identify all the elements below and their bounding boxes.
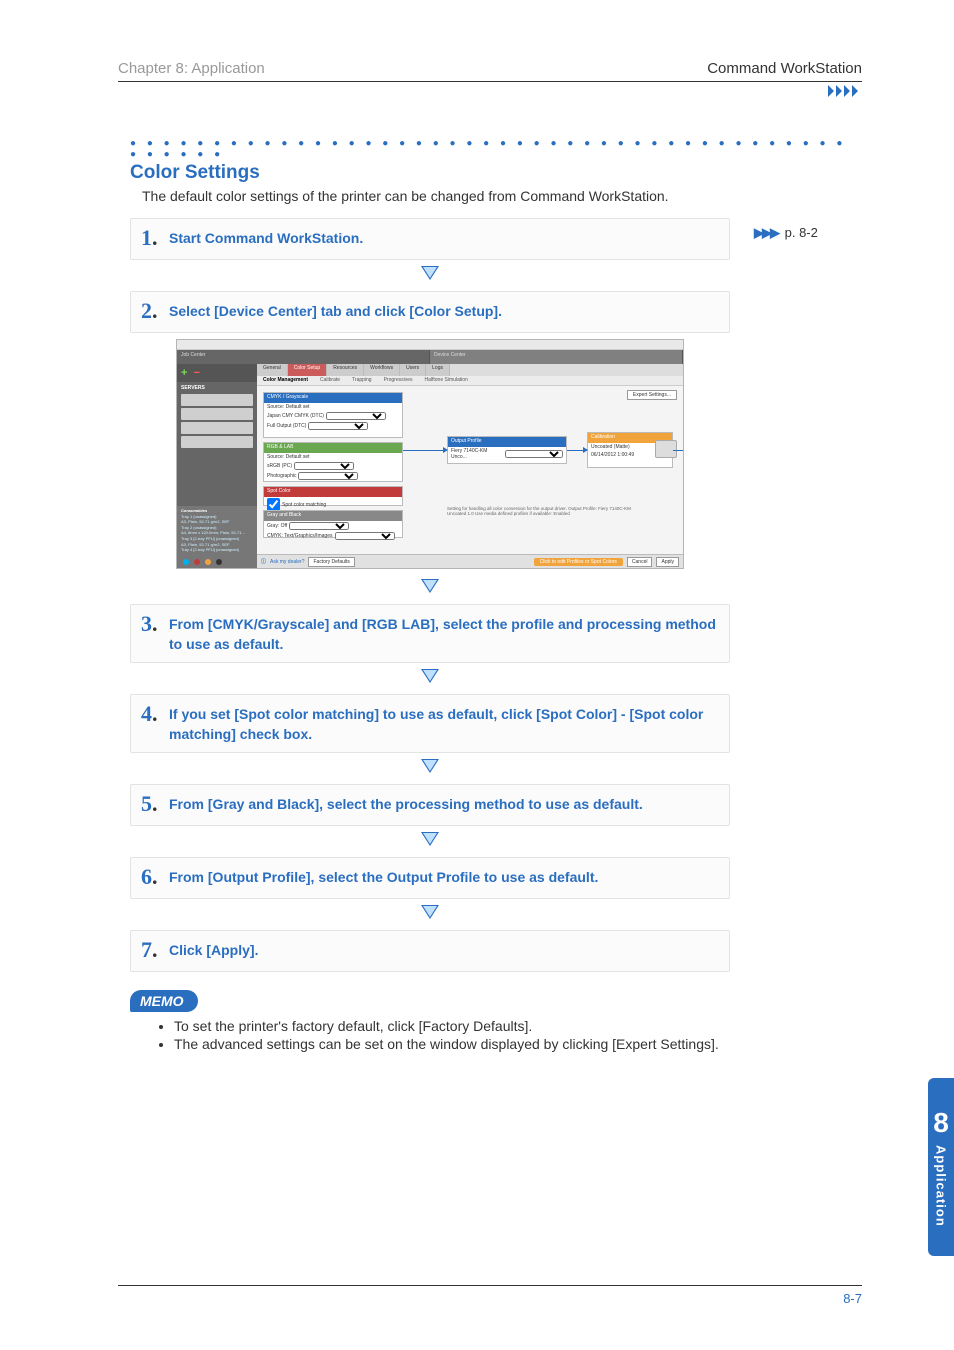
ss-subtab[interactable]: General <box>257 364 288 376</box>
ss-rowtab[interactable]: Color Management <box>257 376 314 385</box>
ss-ask-dealer-link[interactable]: Ask my dealer? <box>270 559 304 565</box>
header-rule <box>118 81 862 82</box>
step-number: 3. <box>141 611 169 637</box>
ss-panel-output-profile: Output Profile Fiery 7140C-KM Unco... <box>447 436 567 464</box>
memo-item: The advanced settings can be set on the … <box>174 1036 850 1052</box>
screenshot-wrap: Job Center Device Center +− SERVERS Cons… <box>130 339 730 569</box>
page-number: 8-7 <box>843 1291 862 1306</box>
step-5: 5. From [Gray and Black], select the pro… <box>130 784 730 826</box>
step-number: 1. <box>141 225 169 251</box>
flow-arrow-icon <box>130 832 730 851</box>
ss-select[interactable] <box>326 412 386 420</box>
command-workstation-screenshot: Job Center Device Center +− SERVERS Cons… <box>176 339 684 569</box>
ss-server-item[interactable] <box>181 408 253 420</box>
step-6: 6. From [Output Profile], select the Out… <box>130 857 730 899</box>
ss-remove-server-icon[interactable]: − <box>193 367 199 379</box>
flow-arrow-icon <box>130 905 730 924</box>
ss-select[interactable] <box>289 522 349 530</box>
ss-tab-device-center[interactable]: Device Center <box>430 350 683 364</box>
step-2: 2. Select [Device Center] tab and click … <box>130 291 730 333</box>
chapter-side-tab: 8 Application <box>928 1078 954 1256</box>
ss-server-item[interactable] <box>181 394 253 406</box>
step-number: 6. <box>141 864 169 890</box>
header-right: Command WorkStation <box>707 60 862 77</box>
ss-servers-label: SERVERS <box>177 382 257 392</box>
memo-badge: MEMO <box>130 990 198 1012</box>
flow-arrow-icon <box>130 759 730 778</box>
step-text: Click [Apply]. <box>169 937 258 961</box>
ss-server-item[interactable] <box>181 422 253 434</box>
ss-select[interactable] <box>308 422 368 430</box>
header-left: Chapter 8: Application <box>118 60 265 77</box>
step-number: 7. <box>141 937 169 963</box>
ss-subtab[interactable]: Resources <box>327 364 364 376</box>
step-4: 4. If you set [Spot color matching] to u… <box>130 694 730 753</box>
step-number: 2. <box>141 298 169 324</box>
ss-rowtab[interactable]: Calibrate <box>314 376 346 385</box>
ss-printer-icon <box>655 440 677 458</box>
section-title: Color Settings <box>130 162 850 184</box>
header-chevrons-icon <box>118 84 862 102</box>
step-7: 7. Click [Apply]. <box>130 930 730 972</box>
ss-server-item[interactable] <box>181 436 253 448</box>
section-dotted-rule: ● ● ● ● ● ● ● ● ● ● ● ● ● ● ● ● ● ● ● ● … <box>130 138 850 160</box>
step-text: If you set [Spot color matching] to use … <box>169 701 719 744</box>
ss-apply-button[interactable]: Apply <box>656 557 679 567</box>
step-text: From [CMYK/Grayscale] and [RGB LAB], sel… <box>169 611 719 654</box>
ss-panel-rgb: RGB & LAB Source: Default set sRGB (PC) … <box>263 442 403 482</box>
ss-select[interactable] <box>335 532 395 540</box>
ss-select[interactable] <box>294 462 354 470</box>
step-number: 4. <box>141 701 169 727</box>
step-text: Start Command WorkStation. <box>169 225 363 249</box>
ss-subtab[interactable]: Users <box>400 364 426 376</box>
ss-rowtab[interactable]: Halftone Simulation <box>419 376 474 385</box>
chapter-number: 8 <box>933 1107 949 1139</box>
step-3: 3. From [CMYK/Grayscale] and [RGB LAB], … <box>130 604 730 663</box>
section-intro: The default color settings of the printe… <box>142 188 850 204</box>
ss-rowtab[interactable]: Trapping <box>346 376 378 385</box>
ss-tab-job-center[interactable]: Job Center <box>177 350 430 364</box>
ss-panel-spot: Spot Color Spot color matching <box>263 486 403 506</box>
ss-subtab-color-setup[interactable]: Color Setup <box>288 364 327 376</box>
ss-subtab[interactable]: Workflows <box>364 364 400 376</box>
step-text: From [Gray and Black], select the proces… <box>169 791 643 815</box>
memo-item: To set the printer's factory default, cl… <box>174 1018 850 1034</box>
step-number: 5. <box>141 791 169 817</box>
ss-rowtab[interactable]: Progressives <box>378 376 419 385</box>
step-1-page-ref: ▶▶▶ p. 8-2 <box>754 225 818 241</box>
step-text: From [Output Profile], select the Output… <box>169 864 598 888</box>
chapter-label: Application <box>934 1145 949 1227</box>
ss-panel-cmyk: CMYK / Grayscale Source: Default set Jap… <box>263 392 403 438</box>
ss-add-server-icon[interactable]: + <box>181 367 187 379</box>
ss-select[interactable] <box>298 472 358 480</box>
footer-rule <box>118 1285 862 1286</box>
ss-consumables-panel: Consumables Tray 1 (unassigned) A3, Plai… <box>177 506 257 568</box>
step-1: 1. Start Command WorkStation. <box>130 218 730 260</box>
flow-arrow-icon <box>130 266 730 285</box>
ss-cancel-button[interactable]: Cancel <box>627 557 653 567</box>
ss-select[interactable] <box>505 450 563 458</box>
memo-section: MEMO To set the printer's factory defaul… <box>130 990 850 1052</box>
ss-panel-gray: Gray and Black Gray: Off CMYK: Text/Grap… <box>263 510 403 538</box>
flow-arrow-icon <box>130 579 730 598</box>
ss-description-text: Setting for handling all color conversio… <box>447 506 637 517</box>
step-text: Select [Device Center] tab and click [Co… <box>169 298 502 322</box>
ss-subtab[interactable]: Logs <box>426 364 450 376</box>
flow-arrow-icon <box>130 669 730 688</box>
ss-factory-defaults-button[interactable]: Factory Defaults <box>308 557 354 567</box>
ss-hint: Click to edit Profiles or Spot Colors <box>534 558 623 566</box>
page-header: Chapter 8: Application Command WorkStati… <box>118 60 862 79</box>
